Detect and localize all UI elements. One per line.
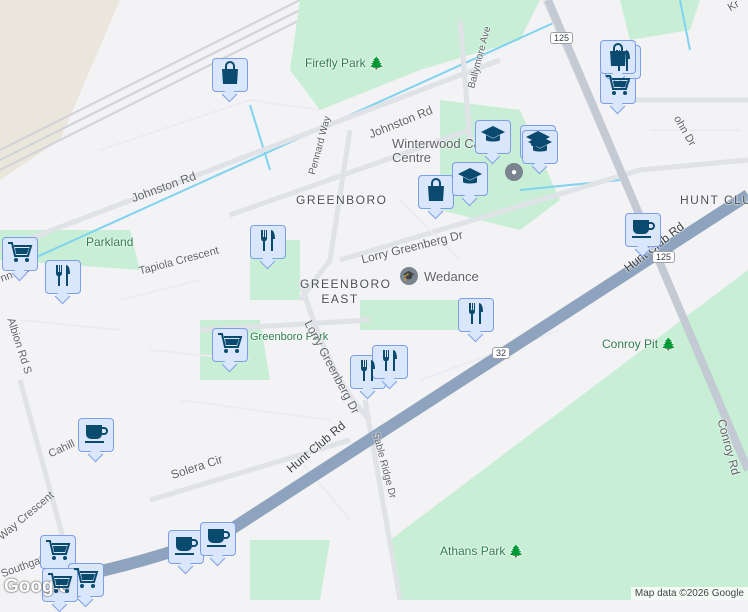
grocery-icon (605, 73, 631, 102)
grocery-icon (45, 538, 71, 567)
coffee-icon (205, 526, 231, 553)
restaurant-icon (465, 301, 487, 330)
grocery-icon (7, 240, 33, 269)
area-label-greenboro-east: GREENBORO EAST (300, 277, 392, 306)
shopping-icon (219, 60, 241, 90)
park-name: Athans Park (440, 544, 506, 558)
park-label-firefly[interactable]: Firefly Park 🌲 (305, 56, 384, 70)
restaurant-marker[interactable] (458, 298, 494, 332)
school-icon (527, 134, 553, 161)
grocery-marker[interactable] (600, 70, 636, 104)
school-marker[interactable] (475, 120, 511, 154)
poi-wedance[interactable]: Wedance (424, 269, 479, 284)
restaurant-icon (357, 358, 379, 387)
park-icon: 🌲 (508, 544, 524, 558)
shopping-marker[interactable] (418, 175, 454, 209)
shopping-icon (425, 177, 447, 207)
route-shield-125: 125 (550, 32, 574, 44)
area-label-hunt-club: HUNT CLUB (680, 193, 748, 207)
park-icon: 🌲 (661, 337, 677, 351)
restaurant-icon (257, 228, 279, 257)
route-shield-32: 32 (492, 347, 511, 359)
coffee-marker[interactable] (625, 213, 661, 247)
route-shield-125: 125 (652, 251, 676, 263)
restaurant-icon (379, 348, 401, 377)
school-icon (457, 166, 483, 193)
park-label-conroy-pit[interactable]: Conroy Pit 🌲 (602, 337, 676, 351)
poi-pin-icon[interactable]: ● (505, 163, 523, 181)
restaurant-icon (52, 263, 74, 292)
park-icon: 🌲 (369, 56, 384, 70)
school-marker[interactable] (452, 162, 488, 196)
area-label-greenboro: GREENBORO (296, 193, 388, 207)
grocery-marker[interactable] (2, 237, 38, 271)
restaurant-marker[interactable] (250, 225, 286, 259)
school-icon (480, 124, 506, 151)
coffee-marker[interactable] (78, 418, 114, 452)
park-name: Conroy Pit (602, 337, 659, 351)
school-pin-icon[interactable]: 🎓 (400, 267, 418, 285)
map-attribution[interactable]: Map data ©2026 Google (630, 587, 748, 600)
coffee-marker[interactable] (200, 522, 236, 556)
park-label-parkland[interactable]: Parkland (86, 235, 133, 249)
grocery-icon (217, 331, 243, 360)
coffee-icon (630, 217, 656, 244)
shopping-marker[interactable] (212, 58, 248, 92)
industrial-area (0, 0, 120, 180)
coffee-marker[interactable] (168, 530, 204, 564)
school-marker[interactable] (522, 130, 558, 164)
coffee-icon (83, 422, 109, 449)
park-label-athans[interactable]: Athans Park 🌲 (440, 544, 524, 558)
restaurant-marker[interactable] (45, 260, 81, 294)
grocery-marker[interactable] (212, 328, 248, 362)
park-name: Firefly Park (305, 56, 366, 70)
coffee-icon (173, 534, 199, 561)
